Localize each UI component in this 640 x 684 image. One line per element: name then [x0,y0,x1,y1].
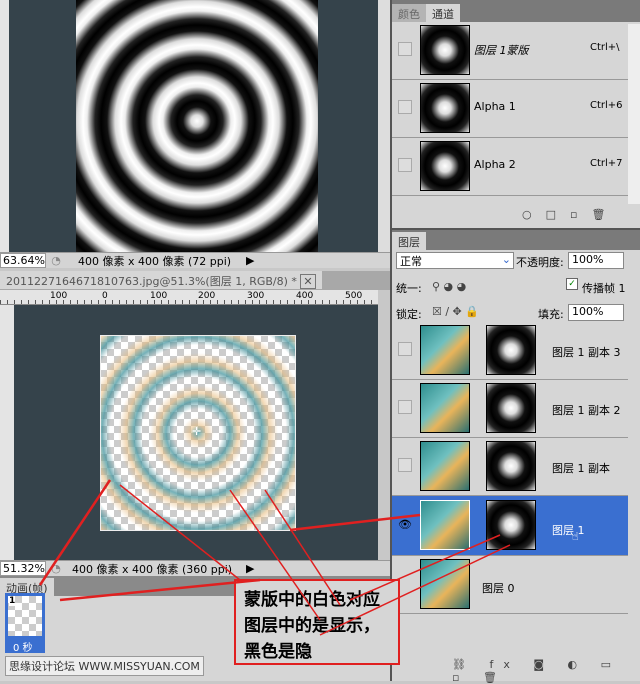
arrow [59,578,261,602]
arrow [289,513,421,532]
arrow [349,534,501,601]
arrow [38,479,112,586]
arrow [319,544,511,636]
annotation-arrows [38,479,511,636]
arrow [264,489,341,606]
arrow [119,484,241,581]
